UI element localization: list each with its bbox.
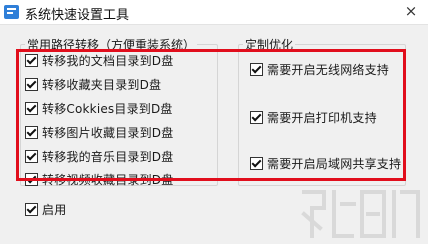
checkbox-label: 转移Cokkies目录到D盘 <box>42 102 173 116</box>
checkbox-label: 转移图片收藏目录到D盘 <box>42 126 174 140</box>
checkmark-icon <box>26 150 37 161</box>
checkbox-box[interactable] <box>25 203 38 216</box>
checkmark-icon <box>26 173 37 184</box>
checkbox-label: 转移收藏夹目录到D盘 <box>42 78 162 92</box>
checkbox-box[interactable] <box>25 150 38 163</box>
checkbox-enable-wireless[interactable]: 需要开启无线网络支持 <box>250 61 389 78</box>
checkbox-box[interactable] <box>25 173 38 186</box>
checkbox-box[interactable] <box>250 157 263 170</box>
checkbox-enable-lan-sharing[interactable]: 需要开启局域网共享支持 <box>250 155 401 172</box>
checkmark-icon <box>251 63 262 74</box>
window-title: 系统快速设置工具 <box>25 8 130 23</box>
checkbox-transfer-pictures[interactable]: 转移图片收藏目录到D盘 <box>25 124 173 141</box>
path-transfer-group-title: 常用路径转移（方便重装系统） <box>27 38 196 52</box>
checkbox-transfer-cookies[interactable]: 转移Cokkies目录到D盘 <box>25 100 173 117</box>
checkbox-transfer-music[interactable]: 转移我的音乐目录到D盘 <box>25 148 173 165</box>
checkbox-transfer-documents[interactable]: 转移我的文档目录到D盘 <box>25 52 173 69</box>
checkbox-box[interactable] <box>250 63 263 76</box>
checkmark-icon <box>26 126 37 137</box>
checkbox-enable-printer[interactable]: 需要开启打印机支持 <box>250 109 377 126</box>
site-logo-watermark <box>301 190 420 238</box>
checkbox-box[interactable] <box>25 78 38 91</box>
checkbox-box[interactable] <box>25 102 38 115</box>
custom-optimization-group-title: 定制优化 <box>245 38 294 52</box>
title-bar: 系统快速设置工具 × <box>0 0 428 25</box>
checkbox-label: 转移我的音乐目录到D盘 <box>42 150 174 164</box>
checkbox-label: 启用 <box>42 203 67 217</box>
settings-app-icon <box>4 5 19 19</box>
checkbox-transfer-favorites[interactable]: 转移收藏夹目录到D盘 <box>25 76 161 93</box>
checkmark-icon <box>26 203 37 214</box>
checkbox-label: 需要开启打印机支持 <box>267 111 377 125</box>
checkbox-label: 需要开启局域网共享支持 <box>267 157 402 171</box>
checkbox-box[interactable] <box>25 54 38 67</box>
checkbox-box[interactable] <box>250 111 263 124</box>
close-button[interactable]: × <box>394 0 428 24</box>
checkbox-label: 需要开启无线网络支持 <box>267 63 390 77</box>
checkmark-icon <box>251 157 262 168</box>
checkbox-label: 转移视频收藏目录到D盘 <box>42 173 174 187</box>
checkbox-transfer-videos[interactable]: 转移视频收藏目录到D盘 <box>25 171 173 188</box>
checkmark-icon <box>26 102 37 113</box>
checkbox-label: 转移我的文档目录到D盘 <box>42 54 174 68</box>
checkmark-icon <box>26 78 37 89</box>
checkbox-box[interactable] <box>25 126 38 139</box>
checkbox-enable[interactable]: 启用 <box>25 201 66 218</box>
checkmark-icon <box>26 54 37 65</box>
checkmark-icon <box>251 111 262 122</box>
